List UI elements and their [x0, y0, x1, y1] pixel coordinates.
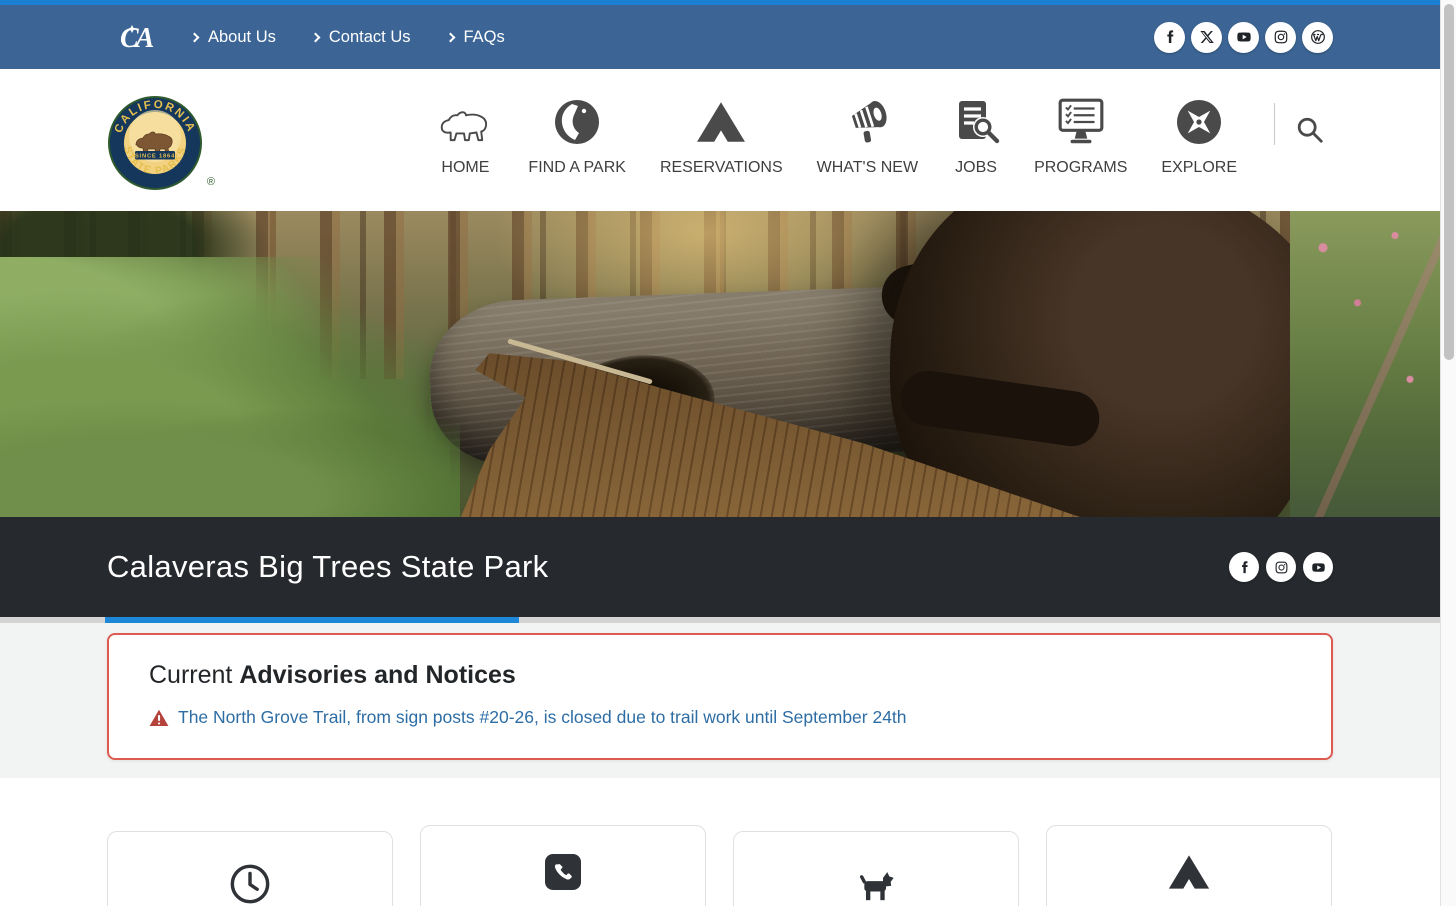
svg-text:CA: CA [120, 23, 154, 53]
advisory-text: The North Grove Trail, from sign posts #… [178, 707, 907, 728]
advisories-heading-emphasis: Advisories and Notices [239, 661, 515, 689]
ca-gov-logo[interactable]: CA [119, 21, 165, 53]
topbar-link-label: FAQs [464, 28, 505, 47]
nav-item-reservations[interactable]: RESERVATIONS [643, 93, 800, 177]
instagram-icon[interactable] [1265, 22, 1296, 53]
warning-triangle-icon [149, 709, 169, 727]
advisories-heading-prefix: Current [149, 661, 232, 689]
nav-item-label: FIND A PARK [528, 159, 626, 177]
nav-item-find-a-park[interactable]: FIND A PARK [511, 93, 643, 177]
youtube-icon[interactable] [1303, 552, 1333, 582]
phone-icon [431, 850, 695, 894]
nav-item-label: EXPLORE [1161, 159, 1237, 177]
bear-icon [436, 93, 494, 151]
hero-foliage-right [1290, 211, 1440, 517]
tent-icon [696, 93, 746, 151]
nav-item-programs[interactable]: PROGRAMS [1017, 93, 1144, 177]
main-navigation: CALIFORNIA STATE PARKS SINCE 1864 ® HOME… [0, 69, 1440, 211]
tent-icon [1057, 850, 1321, 894]
government-topbar: CA About Us Contact Us FAQs [0, 5, 1440, 69]
nav-item-home[interactable]: HOME [419, 93, 511, 177]
scrollbar-thumb[interactable] [1444, 4, 1454, 360]
chevron-right-icon [190, 32, 200, 42]
nav-item-label: JOBS [955, 159, 997, 177]
park-header: Calaveras Big Trees State Park [0, 517, 1440, 617]
x-twitter-icon[interactable] [1191, 22, 1222, 53]
topbar-link-label: About Us [208, 28, 276, 47]
park-social-icons [1229, 552, 1333, 582]
youtube-icon[interactable] [1228, 22, 1259, 53]
svg-text:SINCE 1864: SINCE 1864 [135, 154, 175, 160]
card-dogs-allowed[interactable]: Are dogs Allowed? [733, 831, 1019, 906]
advisory-link[interactable]: The North Grove Trail, from sign posts #… [149, 707, 1291, 728]
topbar-link-faqs[interactable]: FAQs [447, 28, 505, 47]
topbar-links: About Us Contact Us FAQs [191, 28, 505, 47]
chevron-right-icon [445, 32, 455, 42]
quick-links-section: Park Hours Contact Information Are dogs … [0, 778, 1440, 906]
facebook-icon[interactable] [1154, 22, 1185, 53]
nav-item-label: PROGRAMS [1034, 159, 1127, 177]
state-parks-logo[interactable]: CALIFORNIA STATE PARKS SINCE 1864 ® [107, 95, 203, 196]
advisories-heading: Current Advisories and Notices [149, 661, 1291, 690]
topbar-social-icons [1154, 22, 1333, 53]
advisories-section: Current Advisories and Notices The North… [0, 623, 1440, 778]
compass-icon [1175, 93, 1223, 151]
card-reservation-availability[interactable]: Reservation Availability [1046, 825, 1332, 906]
monitor-checklist-icon [1056, 93, 1106, 151]
ca-gov-logo-icon: CA [119, 21, 165, 53]
page: CA About Us Contact Us FAQs [0, 0, 1440, 906]
hero-photo [0, 211, 1440, 517]
nav-divider [1274, 103, 1275, 145]
california-globe-icon [553, 93, 601, 151]
document-search-icon [952, 93, 1000, 151]
nav-item-label: WHAT'S NEW [817, 159, 918, 177]
scrollbar-track[interactable] [1440, 0, 1456, 906]
nav-item-label: HOME [441, 159, 489, 177]
nav-item-whats-new[interactable]: WHAT'S NEW [800, 93, 935, 177]
facebook-icon[interactable] [1229, 552, 1259, 582]
search-button[interactable] [1287, 107, 1333, 158]
state-parks-logo-icon: CALIFORNIA STATE PARKS SINCE 1864 [107, 95, 203, 191]
card-park-hours[interactable]: Park Hours [107, 831, 393, 906]
advisory-card: Current Advisories and Notices The North… [107, 633, 1333, 760]
hero-foreground-grass [0, 397, 460, 517]
nav-item-label: RESERVATIONS [660, 159, 783, 177]
instagram-icon[interactable] [1266, 552, 1296, 582]
title-underline-accent [105, 617, 519, 623]
nav-menu: HOME FIND A PARK RESERVATIONS WHAT'S NEW… [419, 69, 1333, 177]
hero-root-mass [890, 211, 1330, 517]
topbar-link-about-us[interactable]: About Us [191, 28, 276, 47]
registered-trademark: ® [207, 176, 215, 188]
nav-item-explore[interactable]: EXPLORE [1144, 93, 1254, 177]
page-title: Calaveras Big Trees State Park [107, 549, 548, 585]
card-contact-information[interactable]: Contact Information [420, 825, 706, 906]
nav-item-jobs[interactable]: JOBS [935, 93, 1017, 177]
megaphone-icon [842, 93, 892, 151]
topbar-link-label: Contact Us [329, 28, 411, 47]
clock-icon [118, 862, 382, 906]
chevron-right-icon [310, 32, 320, 42]
wordpress-icon[interactable] [1302, 22, 1333, 53]
dog-icon [744, 862, 1008, 906]
search-icon [1295, 115, 1325, 145]
topbar-link-contact-us[interactable]: Contact Us [312, 28, 411, 47]
